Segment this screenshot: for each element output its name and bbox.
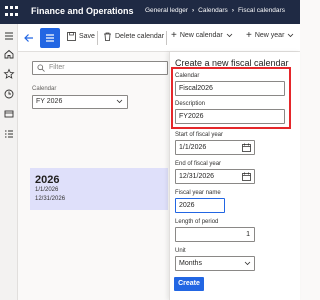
plus-icon: + <box>246 30 252 41</box>
action-menu-button[interactable] <box>40 28 60 48</box>
save-button[interactable]: Save <box>67 32 95 41</box>
workspace-icon[interactable] <box>3 108 15 120</box>
start-of-fiscal-year-label: Start of fiscal year <box>175 132 224 138</box>
fiscal-year-title: 2026 <box>35 174 60 186</box>
fiscal-year-row-selected[interactable]: 2026 1/1/2026 12/31/2026 <box>30 168 168 210</box>
app-title: Finance and Operations <box>31 6 134 16</box>
save-icon <box>67 32 76 41</box>
hamburger-icon <box>46 34 54 42</box>
filter-input[interactable]: Filter <box>32 61 168 75</box>
fiscal-year-end-date: 12/31/2026 <box>35 196 66 202</box>
breadcrumb-item-fiscal-calendars[interactable]: Fiscal calendars <box>238 7 285 14</box>
top-bar: Finance and Operations General ledger › Ca… <box>0 0 300 24</box>
highlight-box <box>171 67 291 129</box>
new-calendar-label: New calendar <box>179 32 223 39</box>
calendar-icon[interactable] <box>242 143 251 152</box>
unit-label: Unit <box>175 248 186 254</box>
end-of-fiscal-year-value: 12/31/2026 <box>179 173 215 180</box>
hamburger-icon[interactable] <box>3 30 15 42</box>
new-year-label: New year <box>254 32 285 39</box>
new-calendar-button[interactable]: + New calendar <box>171 30 233 41</box>
app-launcher-icon[interactable] <box>2 4 20 20</box>
breadcrumb-item-calendars[interactable]: Calendars <box>198 7 228 14</box>
save-label: Save <box>79 33 95 40</box>
breadcrumb-item-general-ledger[interactable]: General ledger <box>145 7 188 14</box>
plus-icon: + <box>171 30 177 41</box>
breadcrumb: General ledger › Calendars › Fiscal calendar… <box>145 7 285 14</box>
start-of-fiscal-year-value: 1/1/2026 <box>179 144 207 151</box>
chevron-down-icon <box>116 99 123 104</box>
back-arrow-icon[interactable] <box>22 31 36 45</box>
left-navigation <box>0 24 18 300</box>
calendar-list-pane: Filter Calendar FY 2026 2026 1/1/2026 12… <box>18 52 168 300</box>
list-icon[interactable] <box>3 128 15 140</box>
length-of-period-label: Length of period <box>175 219 219 225</box>
action-toolbar: Save Delete calendar + New calendar + Ne… <box>18 24 300 52</box>
unit-select[interactable]: Months <box>175 256 255 271</box>
trash-icon <box>104 32 111 41</box>
create-button[interactable]: Create <box>174 277 204 291</box>
calendar-select-value: FY 2026 <box>36 98 63 105</box>
new-year-button[interactable]: + New year <box>246 30 294 41</box>
chevron-down-icon <box>288 33 294 38</box>
chevron-right-icon: › <box>231 7 234 14</box>
start-of-fiscal-year-field[interactable]: 1/1/2026 <box>175 140 255 155</box>
calendar-select[interactable]: FY 2026 <box>32 95 128 109</box>
fiscal-year-name-field[interactable]: 2026 <box>175 198 225 213</box>
calendar-icon[interactable] <box>242 172 251 181</box>
length-of-period-field[interactable]: 1 <box>175 227 255 242</box>
filter-placeholder: Filter <box>49 64 65 71</box>
home-icon[interactable] <box>3 48 15 60</box>
chevron-down-icon <box>226 33 232 38</box>
delete-calendar-label: Delete calendar <box>115 33 165 40</box>
toolbar-divider <box>166 31 167 45</box>
toolbar-divider <box>97 31 98 45</box>
unit-select-value: Months <box>179 260 202 267</box>
length-of-period-value: 1 <box>246 231 250 238</box>
end-of-fiscal-year-label: End of fiscal year <box>175 161 222 167</box>
fiscal-year-start-date: 1/1/2026 <box>35 187 59 193</box>
fiscal-year-name-value: 2026 <box>179 202 195 209</box>
end-of-fiscal-year-field[interactable]: 12/31/2026 <box>175 169 255 184</box>
delete-calendar-button[interactable]: Delete calendar <box>103 32 164 41</box>
calendar-label: Calendar <box>32 86 57 92</box>
chevron-down-icon <box>244 261 251 266</box>
clock-icon[interactable] <box>3 88 15 100</box>
search-icon <box>37 64 45 72</box>
chevron-right-icon: › <box>192 7 195 14</box>
fiscal-year-name-label: Fiscal year name <box>175 190 221 196</box>
star-icon[interactable] <box>3 68 15 80</box>
